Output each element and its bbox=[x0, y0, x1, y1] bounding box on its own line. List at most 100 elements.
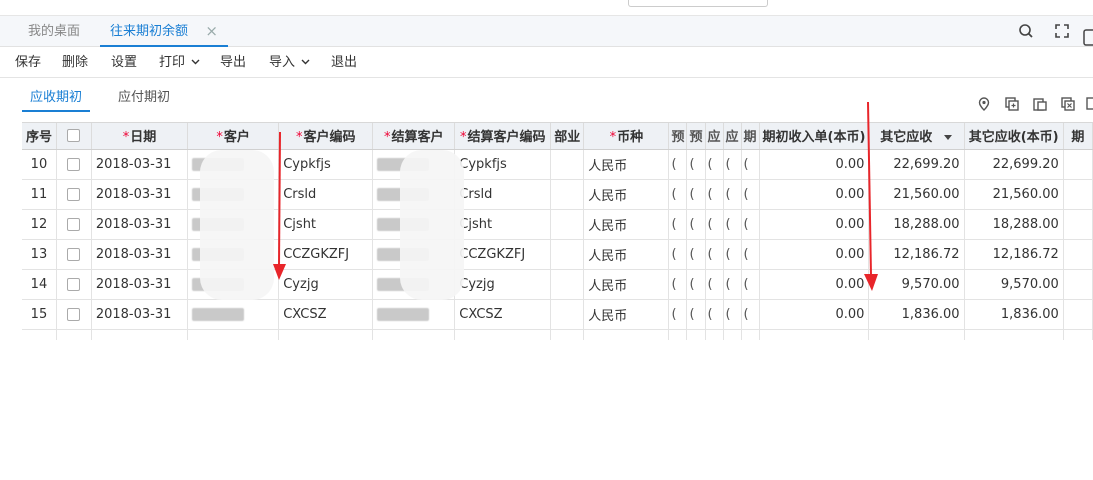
cell-narrow[interactable]: ( bbox=[723, 149, 742, 180]
cell-dept-biz[interactable] bbox=[550, 269, 585, 300]
cell-narrow[interactable]: ( bbox=[705, 149, 724, 180]
save-button[interactable]: 保存 bbox=[15, 48, 41, 78]
cell-narrow[interactable]: ( bbox=[705, 269, 724, 300]
cell-other-receivable[interactable]: 21,560.00 bbox=[868, 179, 965, 210]
cell-narrow[interactable]: ( bbox=[723, 299, 742, 330]
import-button[interactable]: 导入 bbox=[269, 48, 310, 78]
cell-date[interactable]: 2018-03-31 bbox=[91, 239, 189, 270]
col-header-other-receivable[interactable]: 其它应收 bbox=[868, 123, 965, 150]
table-row[interactable]: 11 2018-03-31 Crsld Crsld 人民币(((((0.00 21,560… bbox=[22, 179, 1093, 210]
row-checkbox[interactable] bbox=[67, 157, 81, 171]
cell-other-receivable[interactable]: 9,570.00 bbox=[868, 269, 965, 300]
empty-cell[interactable] bbox=[705, 329, 724, 340]
cell-currency[interactable]: 人民币 bbox=[583, 299, 670, 330]
cell-settle-customer[interactable] bbox=[372, 299, 456, 330]
settings-button[interactable]: 设置 bbox=[111, 48, 137, 78]
cell-date[interactable]: 2018-03-31 bbox=[91, 149, 189, 180]
col-header-select[interactable] bbox=[56, 123, 92, 150]
col-header-prepay-1[interactable]: 预 bbox=[668, 123, 688, 150]
cell-opening-income[interactable]: 0.00 bbox=[759, 149, 870, 180]
cell-settle-customer-code[interactable]: Cjsht bbox=[454, 209, 552, 240]
copy-icon[interactable] bbox=[1004, 96, 1020, 112]
cell-other-receivable-base[interactable]: 9,570.00 bbox=[964, 269, 1064, 300]
cell-next[interactable] bbox=[1063, 299, 1093, 330]
empty-cell[interactable] bbox=[372, 329, 456, 340]
cell-dept-biz[interactable] bbox=[550, 149, 585, 180]
col-header-seq[interactable]: 序号 bbox=[22, 123, 57, 150]
cell-date[interactable]: 2018-03-31 bbox=[91, 299, 189, 330]
export-button[interactable]: 导出 bbox=[220, 48, 246, 78]
cell-date[interactable]: 2018-03-31 bbox=[91, 179, 189, 210]
table-row[interactable]: 15 2018-03-31 CXCSZ CXCSZ 人民币(((((0.00 1,836.… bbox=[22, 299, 1093, 330]
top-search-box[interactable] bbox=[628, 0, 768, 7]
close-icon[interactable]: × bbox=[205, 16, 218, 47]
cell-other-receivable-base[interactable]: 18,288.00 bbox=[964, 209, 1064, 240]
table-row[interactable]: 14 2018-03-31 Cyzjg Cyzjg 人民币(((((0.00 9,570.… bbox=[22, 269, 1093, 300]
cell-narrow[interactable]: ( bbox=[723, 179, 742, 210]
cell-currency[interactable]: 人民币 bbox=[583, 179, 670, 210]
row-checkbox[interactable] bbox=[67, 307, 81, 321]
cell-narrow[interactable]: ( bbox=[705, 209, 724, 240]
cell-next[interactable] bbox=[1063, 269, 1093, 300]
col-header-receivable-1[interactable]: 应 bbox=[705, 123, 724, 150]
cell-narrow[interactable]: ( bbox=[686, 209, 706, 240]
cell-opening-income[interactable]: 0.00 bbox=[759, 209, 870, 240]
col-header-currency[interactable]: *币种 bbox=[583, 123, 670, 150]
cell-customer-code[interactable]: CCZGKZFJ bbox=[278, 239, 374, 270]
cell-settle-customer-code[interactable]: Cyzjg bbox=[454, 269, 552, 300]
cell-customer[interactable] bbox=[187, 299, 280, 330]
cell-narrow[interactable]: ( bbox=[686, 149, 706, 180]
cell-currency[interactable]: 人民币 bbox=[583, 209, 670, 240]
cell-opening-income[interactable]: 0.00 bbox=[759, 269, 870, 300]
cell-currency[interactable]: 人民币 bbox=[583, 149, 670, 180]
cell-settle-customer-code[interactable]: Crsld bbox=[454, 179, 552, 210]
cell-settle-customer-code[interactable]: CXCSZ bbox=[454, 299, 552, 330]
col-header-other-receivable-base[interactable]: 其它应收(本币) bbox=[964, 123, 1064, 150]
col-header-date[interactable]: *日期 bbox=[91, 123, 189, 150]
empty-cell[interactable] bbox=[759, 329, 870, 340]
row-select[interactable] bbox=[56, 299, 92, 330]
cell-opening-income[interactable]: 0.00 bbox=[759, 179, 870, 210]
cell-customer-code[interactable]: Crsld bbox=[278, 179, 374, 210]
cell-other-receivable-base[interactable]: 22,699.20 bbox=[964, 149, 1064, 180]
delete-row-icon[interactable] bbox=[1060, 96, 1076, 112]
cell-currency[interactable]: 人民币 bbox=[583, 269, 670, 300]
cell-customer-code[interactable]: CXCSZ bbox=[278, 299, 374, 330]
delete-button[interactable]: 删除 bbox=[62, 48, 88, 78]
cell-dept-biz[interactable] bbox=[550, 239, 585, 270]
empty-cell[interactable] bbox=[56, 329, 92, 340]
cell-narrow[interactable]: ( bbox=[723, 269, 742, 300]
cell-customer-code[interactable]: Cyzjg bbox=[278, 269, 374, 300]
empty-cell[interactable] bbox=[278, 329, 374, 340]
cell-narrow[interactable]: ( bbox=[686, 299, 706, 330]
cell-narrow[interactable]: ( bbox=[686, 269, 706, 300]
cell-dept-biz[interactable] bbox=[550, 209, 585, 240]
sort-down-icon[interactable] bbox=[943, 133, 953, 141]
cell-dept-biz[interactable] bbox=[550, 299, 585, 330]
empty-cell[interactable] bbox=[686, 329, 706, 340]
row-checkbox[interactable] bbox=[67, 187, 81, 201]
cell-other-receivable[interactable]: 1,836.00 bbox=[868, 299, 965, 330]
cell-other-receivable-base[interactable]: 21,560.00 bbox=[964, 179, 1064, 210]
subtab-payable[interactable]: 应付期初 bbox=[118, 88, 170, 112]
cell-narrow[interactable]: ( bbox=[741, 269, 760, 300]
cell-customer-code[interactable]: Cjsht bbox=[278, 209, 374, 240]
cell-other-receivable-base[interactable]: 1,836.00 bbox=[964, 299, 1064, 330]
col-header-prepay-2[interactable]: 预 bbox=[686, 123, 706, 150]
cell-narrow[interactable]: ( bbox=[686, 179, 706, 210]
search-icon[interactable] bbox=[1016, 21, 1036, 41]
col-header-opening-income[interactable]: 期初收入单(本币) bbox=[759, 123, 870, 150]
print-button[interactable]: 打印 bbox=[159, 48, 200, 78]
cell-narrow[interactable]: ( bbox=[668, 179, 688, 210]
cell-other-receivable[interactable]: 12,186.72 bbox=[868, 239, 965, 270]
empty-cell[interactable] bbox=[964, 329, 1064, 340]
row-checkbox[interactable] bbox=[67, 277, 81, 291]
cell-next[interactable] bbox=[1063, 209, 1093, 240]
cell-narrow[interactable]: ( bbox=[741, 149, 760, 180]
cell-narrow[interactable]: ( bbox=[668, 149, 688, 180]
cell-narrow[interactable]: ( bbox=[705, 179, 724, 210]
cell-narrow[interactable]: ( bbox=[668, 269, 688, 300]
empty-cell[interactable] bbox=[723, 329, 742, 340]
empty-cell[interactable] bbox=[583, 329, 670, 340]
row-select[interactable] bbox=[56, 269, 92, 300]
